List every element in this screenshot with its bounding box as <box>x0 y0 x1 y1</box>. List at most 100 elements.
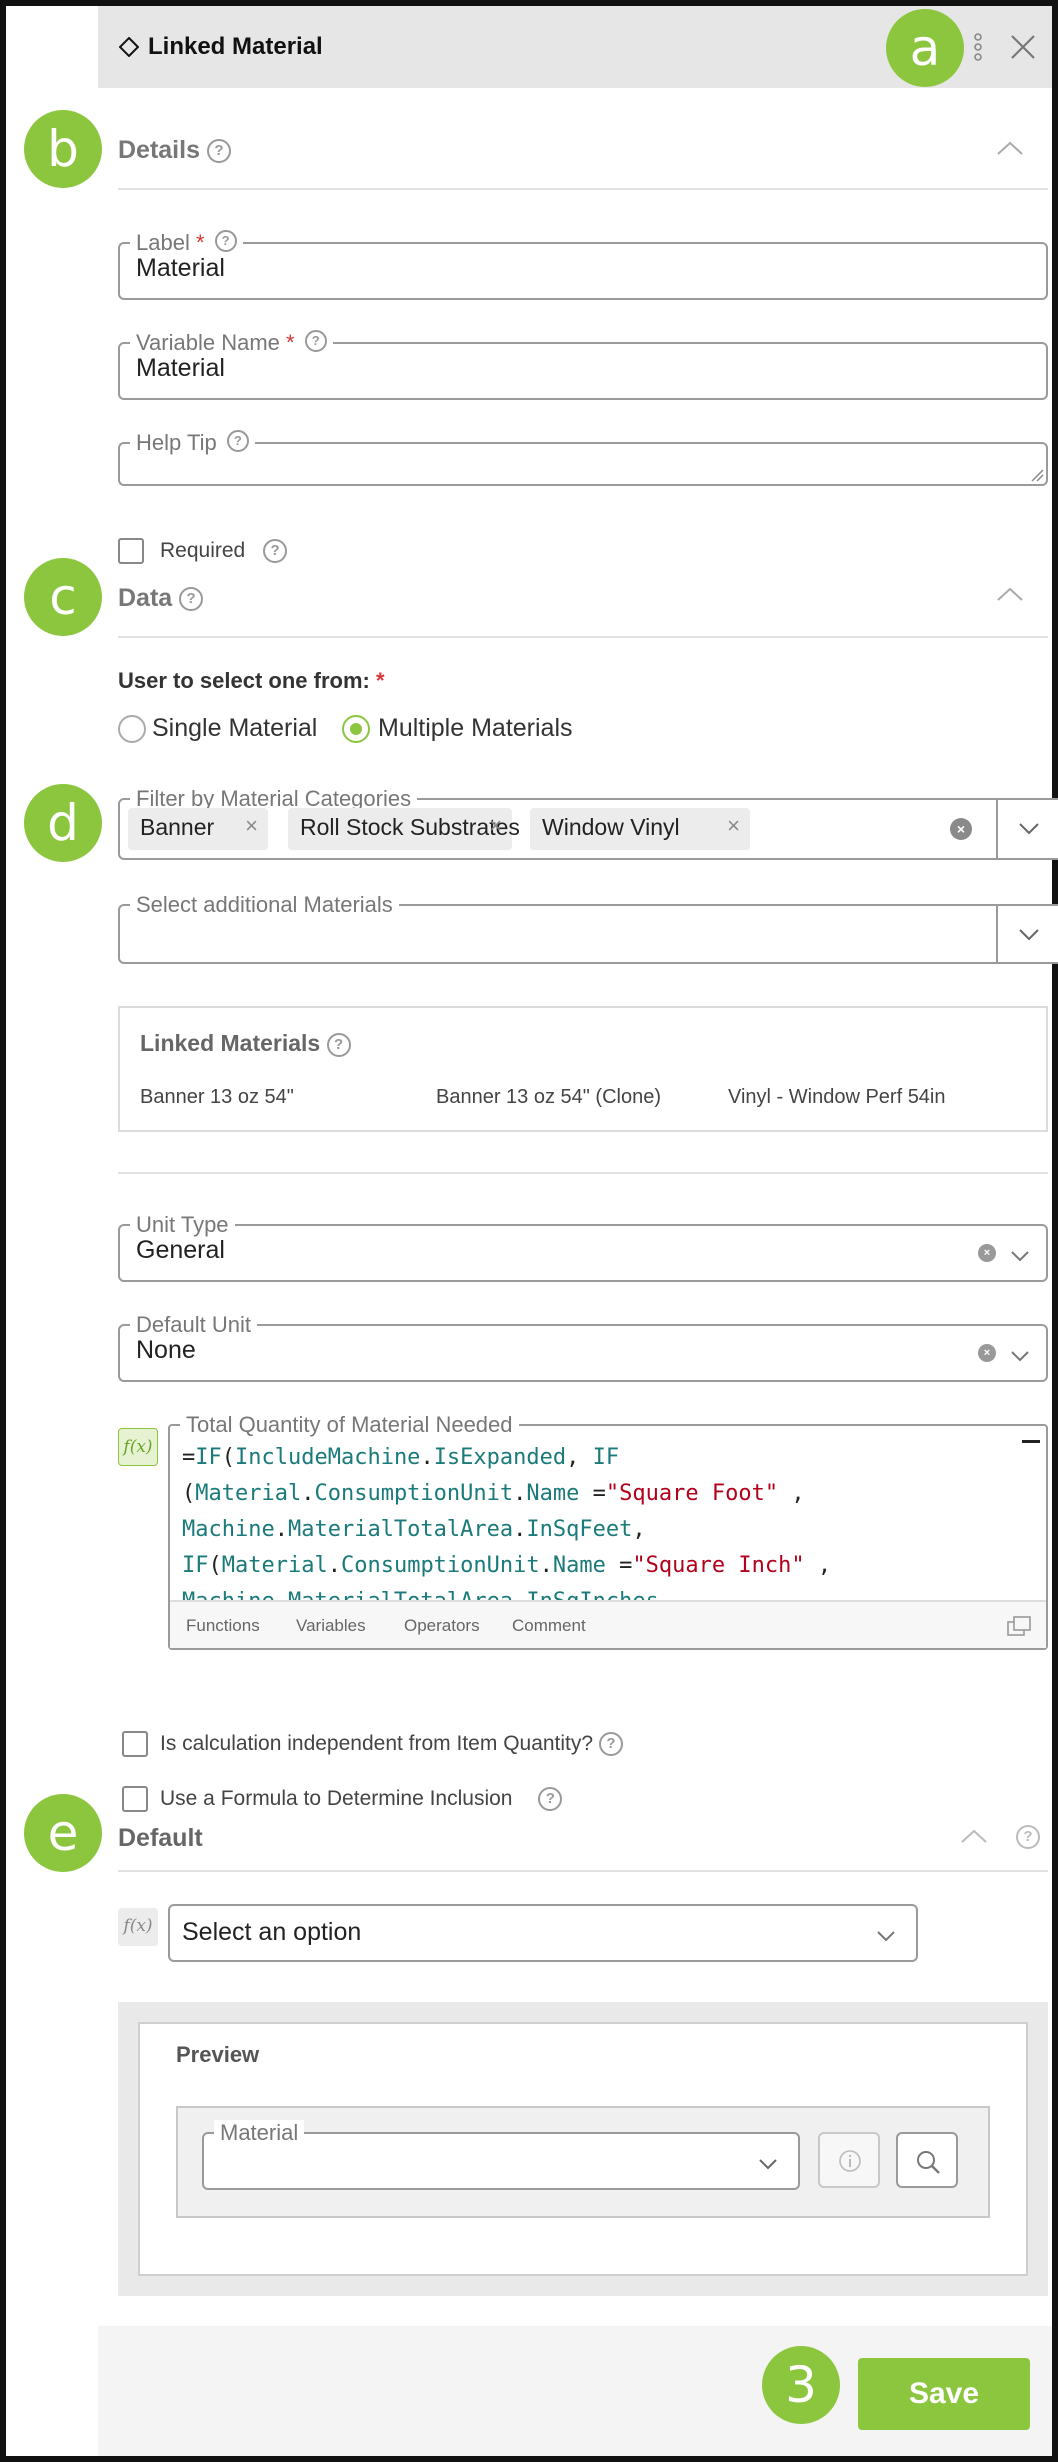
required-checkbox[interactable] <box>118 538 144 564</box>
chevron-down-icon[interactable] <box>1018 928 1040 942</box>
close-icon[interactable] <box>1008 32 1038 62</box>
functions-tab[interactable]: Functions <box>186 1616 260 1636</box>
additional-materials-legend: Select additional Materials <box>130 892 399 918</box>
dropdown-divider <box>996 906 998 962</box>
category-chip[interactable]: Roll Stock Substrates × <box>288 808 520 850</box>
label-field[interactable]: Label * ? Material <box>118 230 1048 300</box>
help-icon[interactable]: ? <box>263 539 288 564</box>
inclusion-label: Use a Formula to Determine Inclusion ? <box>160 1787 563 1812</box>
unit-type-select[interactable]: Unit Type General × <box>118 1212 1048 1282</box>
default-unit-legend: Default Unit <box>130 1312 257 1338</box>
chevron-down-icon[interactable] <box>876 1930 896 1942</box>
radio-single-material[interactable] <box>118 715 146 743</box>
comment-tab[interactable]: Comment <box>512 1616 586 1636</box>
chevron-down-icon[interactable] <box>1018 822 1040 836</box>
formula-line: =IF(IncludeMachine.IsExpanded, IF <box>182 1445 620 1470</box>
clear-icon[interactable]: × <box>978 1344 996 1362</box>
variables-tab[interactable]: Variables <box>296 1616 366 1636</box>
linked-material-panel: Linked Material a Details ? Label * ? Ma… <box>98 6 1058 2456</box>
callout-badge-c: c <box>24 558 102 636</box>
search-button[interactable] <box>896 2132 958 2188</box>
help-icon[interactable]: ? <box>538 1787 563 1812</box>
data-title-text: Data <box>118 584 173 612</box>
default-unit-select[interactable]: Default Unit None × <box>118 1312 1048 1382</box>
help-icon[interactable]: ? <box>1016 1825 1040 1849</box>
preview-material-legend: Material <box>214 2120 305 2146</box>
chevron-up-icon[interactable] <box>996 140 1024 156</box>
chevron-down-icon[interactable] <box>758 2158 778 2170</box>
linked-materials-title: Linked Materials ? <box>140 1030 351 1057</box>
radio-multiple-materials[interactable] <box>342 715 370 743</box>
fx-icon[interactable]: f(x) <box>118 1908 158 1946</box>
preview-area: Preview Material <box>118 2002 1048 2296</box>
resize-handle-icon[interactable] <box>1030 468 1044 482</box>
chevron-up-icon[interactable] <box>960 1828 988 1844</box>
details-divider <box>118 188 1048 190</box>
popout-icon[interactable] <box>1006 1614 1032 1638</box>
linked-material-item[interactable]: Banner 13 oz 54" (Clone) <box>436 1086 661 1109</box>
unit-type-value: General <box>136 1236 225 1264</box>
clear-icon[interactable]: × <box>978 1244 996 1262</box>
chip-remove-icon[interactable]: × <box>727 813 740 839</box>
linked-material-item[interactable]: Vinyl - Window Perf 54in <box>728 1086 946 1109</box>
callout-badge-save: 3 <box>762 2346 840 2424</box>
help-icon[interactable]: ? <box>598 1732 623 1757</box>
formula-toolbar: Functions Variables Operators Comment <box>170 1600 1046 1648</box>
help-icon[interactable]: ? <box>326 1032 351 1057</box>
diamond-icon <box>119 37 139 57</box>
formula-line: IF(Material.ConsumptionUnit.Name ="Squar… <box>182 1553 832 1578</box>
formula-code-area[interactable]: =IF(IncludeMachine.IsExpanded, IF (Mater… <box>182 1440 1002 1602</box>
operators-tab[interactable]: Operators <box>404 1616 480 1636</box>
inclusion-checkbox[interactable] <box>122 1786 148 1812</box>
radio-multiple-materials-label: Multiple Materials <box>378 714 573 742</box>
preview-material-select[interactable]: Material <box>202 2120 800 2190</box>
independent-checkbox[interactable] <box>122 1731 148 1757</box>
help-icon[interactable]: ? <box>214 230 237 252</box>
chip-remove-icon[interactable]: × <box>245 813 258 839</box>
chevron-down-icon[interactable] <box>1010 1250 1030 1262</box>
variable-name-field[interactable]: Variable Name * ? Material <box>118 330 1048 400</box>
variable-name-legend: Variable Name * ? <box>130 330 333 356</box>
filter-categories-field[interactable]: Filter by Material Categories Banner × R… <box>118 786 1058 860</box>
help-icon[interactable]: ? <box>206 139 231 164</box>
collapse-icon[interactable] <box>1022 1440 1040 1443</box>
required-label: Required ? <box>160 539 288 564</box>
data-section-title[interactable]: Data ? <box>118 584 204 613</box>
info-button[interactable] <box>818 2132 880 2188</box>
chevron-down-icon[interactable] <box>1010 1350 1030 1362</box>
help-tip-legend: Help Tip ? <box>130 430 255 456</box>
details-section-title[interactable]: Details ? <box>118 136 231 165</box>
preview-field-container: Material <box>176 2106 990 2218</box>
callout-badge-b: b <box>24 110 102 188</box>
default-divider <box>118 1870 1048 1872</box>
save-button[interactable]: Save <box>858 2358 1030 2430</box>
dropdown-divider <box>996 800 998 858</box>
formula-editor[interactable]: Total Quantity of Material Needed =IF(In… <box>168 1412 1048 1650</box>
default-unit-value: None <box>136 1336 196 1364</box>
fx-icon[interactable]: f(x) <box>118 1428 158 1466</box>
help-icon[interactable]: ? <box>304 330 327 352</box>
category-chip[interactable]: Banner × <box>128 808 268 850</box>
info-icon <box>839 2150 861 2172</box>
search-icon <box>917 2151 940 2174</box>
help-tip-field[interactable]: Help Tip ? <box>118 430 1048 486</box>
category-chip[interactable]: Window Vinyl × <box>530 808 750 850</box>
independent-label: Is calculation independent from Item Qua… <box>160 1732 623 1757</box>
default-section-title[interactable]: Default <box>118 1824 203 1853</box>
help-icon[interactable]: ? <box>179 587 204 612</box>
kebab-icon[interactable] <box>971 32 985 62</box>
default-value-select[interactable]: Select an option <box>168 1904 918 1962</box>
linked-material-item[interactable]: Banner 13 oz 54" <box>140 1086 294 1109</box>
formula-line: Machine.MaterialTotalArea.InSqFeet, <box>182 1517 646 1542</box>
label-field-legend: Label * ? <box>130 230 243 256</box>
help-icon[interactable]: ? <box>226 430 249 452</box>
clear-all-icon[interactable]: × <box>950 818 972 840</box>
linked-divider <box>118 1172 1048 1174</box>
chevron-up-icon[interactable] <box>996 586 1024 602</box>
callout-badge-e: e <box>24 1794 102 1872</box>
preview-title: Preview <box>176 2042 260 2067</box>
additional-materials-field[interactable]: Select additional Materials <box>118 892 1058 964</box>
panel-footer: Save <box>98 2326 1052 2456</box>
chip-remove-icon[interactable]: × <box>489 813 502 839</box>
select-prompt: User to select one from: * <box>118 668 385 693</box>
